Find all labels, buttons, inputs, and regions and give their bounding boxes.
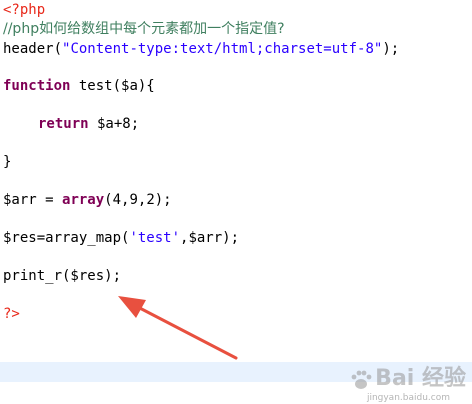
array-map-call: $res=array_map( xyxy=(3,230,130,246)
header-close: ); xyxy=(382,41,400,57)
return-expression: $a+8; xyxy=(88,116,140,132)
paw-icon xyxy=(351,370,372,389)
array-map-string: 'test' xyxy=(129,230,181,246)
array-lhs: $arr = xyxy=(3,192,63,208)
header-line: header("Content-type:text/html;charset=u… xyxy=(3,40,399,59)
header-call: header( xyxy=(3,41,63,57)
function-signature: test($a){ xyxy=(70,78,155,94)
code-comment: //php如何给数组中每个元素都加一个指定值? xyxy=(3,21,285,37)
array-map-line: $res=array_map('test',$arr); xyxy=(3,229,239,248)
array-args: (4,9,2); xyxy=(104,192,172,208)
function-keyword: function xyxy=(3,78,71,94)
array-line: $arr = array(4,9,2); xyxy=(3,191,172,210)
header-string: "Content-type:text/html;charset=utf-8" xyxy=(62,41,383,57)
watermark-brand: Bai 经验 xyxy=(375,366,466,391)
array-map-close: ,$arr); xyxy=(180,230,240,246)
print-line: print_r($res); xyxy=(3,268,122,284)
watermark-url: jingyan.baidu.com xyxy=(366,393,450,403)
array-keyword: array xyxy=(62,192,105,208)
php-open-tag: <?php xyxy=(3,2,46,18)
function-line: function test($a){ xyxy=(3,77,155,96)
php-close-tag: ?> xyxy=(3,306,20,322)
return-line: return $a+8; xyxy=(38,115,139,134)
code-editor[interactable]: <?php //php如何给数组中每个元素都加一个指定值? header("Co… xyxy=(0,0,472,404)
closing-brace: } xyxy=(3,154,12,170)
return-keyword: return xyxy=(38,116,89,132)
